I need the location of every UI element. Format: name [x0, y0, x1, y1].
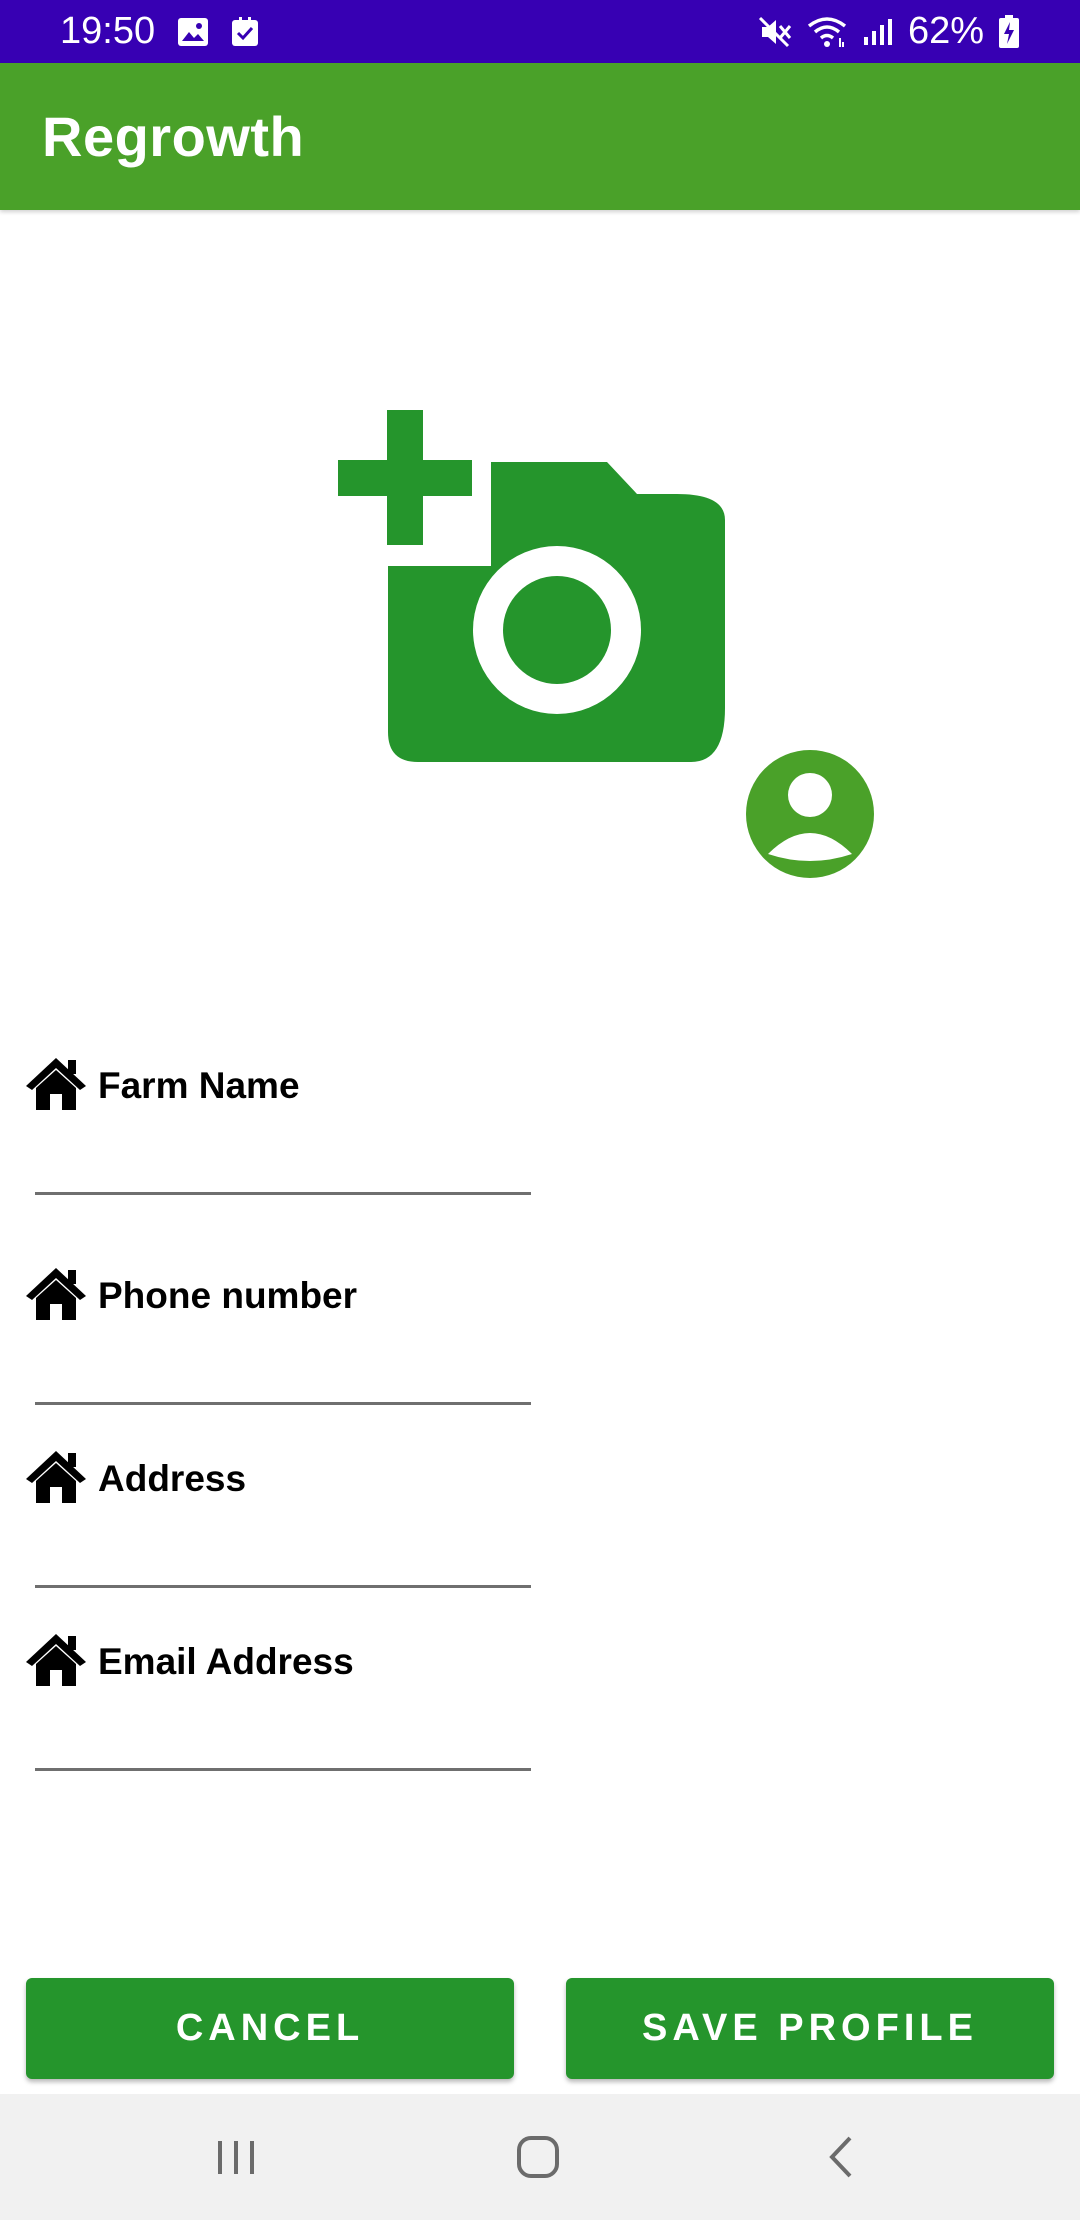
phone-number-input[interactable]: [35, 1345, 531, 1405]
farm-name-input[interactable]: [35, 1135, 531, 1195]
email-address-input[interactable]: [35, 1711, 531, 1771]
address-field: Address: [24, 1448, 544, 1588]
farm-name-field: Farm Name: [24, 1055, 544, 1195]
app-bar: Regrowth: [0, 63, 1080, 210]
app-title: Regrowth: [42, 105, 305, 168]
system-nav-bar: [0, 2094, 1080, 2220]
home-icon: [24, 1449, 88, 1510]
home-icon: [24, 1632, 88, 1693]
wifi-icon: [806, 16, 848, 48]
battery-percentage: 62%: [907, 10, 984, 52]
farm-name-label: Farm Name: [98, 1065, 300, 1106]
email-address-label: Email Address: [98, 1641, 354, 1682]
phone-number-label: Phone number: [98, 1275, 358, 1316]
account-circle-icon[interactable]: [746, 750, 874, 878]
save-profile-button[interactable]: SAVE PROFILE: [566, 1978, 1054, 2079]
image-icon: [177, 17, 209, 47]
signal-icon: [862, 17, 894, 47]
back-icon[interactable]: [800, 2124, 880, 2190]
home-circle-icon[interactable]: [498, 2124, 578, 2190]
status-time: 19:50: [60, 10, 156, 52]
battery-charging-icon: [998, 14, 1020, 49]
address-label: Address: [98, 1458, 247, 1499]
mute-icon: [758, 16, 792, 48]
address-input[interactable]: [35, 1528, 531, 1588]
add-photo-icon[interactable]: [336, 410, 728, 766]
checkbox-icon: [231, 16, 259, 47]
cancel-button[interactable]: CANCEL: [26, 1978, 514, 2079]
phone-number-field: Phone number: [24, 1265, 544, 1405]
status-bar: 19:50 62%: [0, 0, 1080, 63]
recents-icon[interactable]: [196, 2124, 276, 2190]
home-icon: [24, 1056, 88, 1117]
email-address-field: Email Address: [24, 1631, 544, 1771]
home-icon: [24, 1266, 88, 1327]
